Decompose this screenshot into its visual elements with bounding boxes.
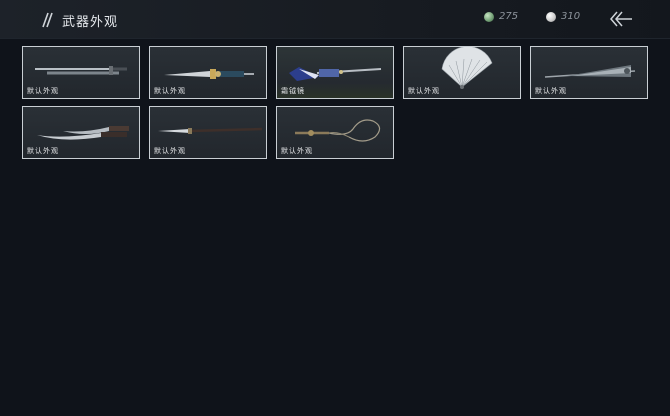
jade-coin-icon [484,11,494,22]
skin-card-blue-blade[interactable]: 霜钺镜 [276,46,394,99]
skin-card-dagger[interactable]: 默认外观 [149,46,267,99]
skin-label: 默认外观 [27,87,59,95]
skin-card-spear[interactable]: 默认外观 [149,106,267,159]
back-button[interactable] [608,8,634,30]
title-area: 武器外观 [38,10,118,30]
skin-label: 默认外观 [154,147,186,155]
skin-label: 默认外观 [27,147,59,155]
silver-coin-icon [546,11,556,22]
skin-card-twin-blades[interactable]: 默认外观 [22,106,140,159]
double-slash-icon [42,12,53,28]
skin-label: 霜钺镜 [281,87,305,95]
top-bar: 武器外观 275 310 [0,0,670,39]
skin-label: 默认外观 [281,147,313,155]
page-title: 武器外观 [62,14,119,30]
skin-card-sword[interactable]: 默认外观 [22,46,140,99]
skin-label: 默认外观 [408,87,440,95]
skin-card-umbrella[interactable]: 默认外观 [530,46,648,99]
skin-label: 默认外观 [154,87,186,95]
silver-amount: 310 [561,11,581,22]
jade-currency: 275 [484,11,518,22]
skin-label: 默认外观 [535,87,567,95]
skin-card-fan[interactable]: 默认外观 [403,46,521,99]
jade-amount: 275 [499,11,519,22]
silver-currency: 310 [546,11,580,22]
skin-card-whip[interactable]: 默认外观 [276,106,394,159]
